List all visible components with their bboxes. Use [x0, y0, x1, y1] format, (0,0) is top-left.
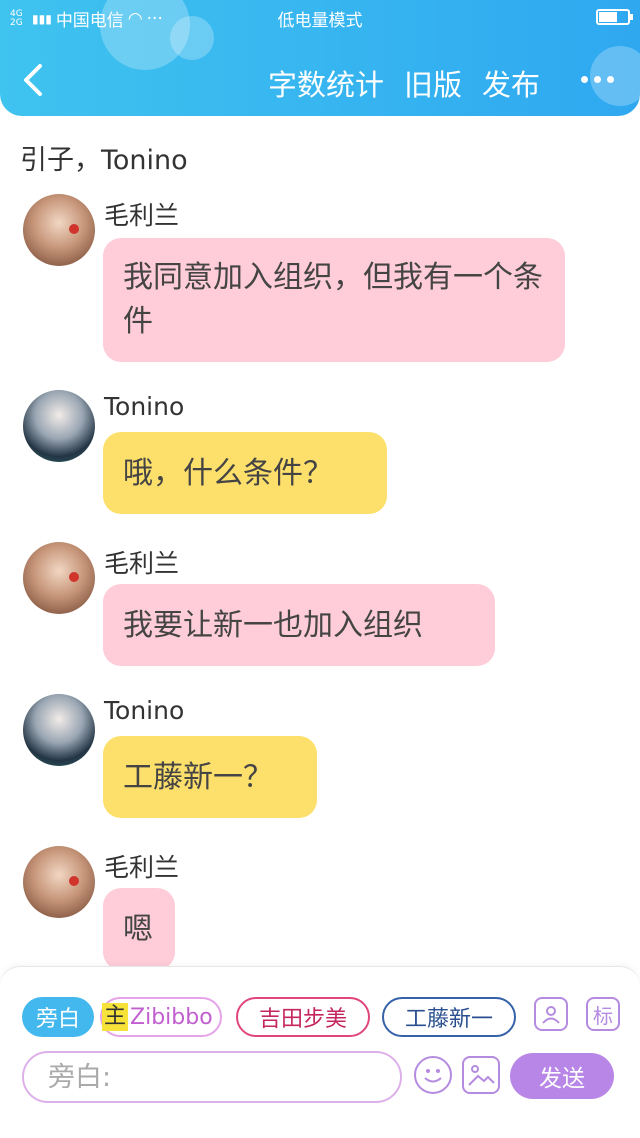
tag-icon[interactable]: 标	[586, 997, 620, 1031]
low-power-mode-label: 低电量模式	[277, 11, 363, 31]
intro-text: 引子，Tonino	[20, 145, 188, 176]
message-input[interactable]	[22, 1051, 402, 1103]
battery-icon	[596, 9, 633, 25]
word-count-button[interactable]: 字数统计	[268, 62, 384, 104]
top-header: 4G 2G ▮▮▮ 中国电信 ◠ ··· 低电量模式 字数统计 旧版 发布	[0, 0, 640, 116]
role-chip-ayumi[interactable]: 吉田步美	[236, 997, 370, 1037]
sender-name: Tonino	[104, 696, 185, 725]
old-version-button[interactable]: 旧版	[404, 62, 462, 104]
main-role-tag: 主	[102, 1003, 129, 1031]
role-chip-label: Zibibbo	[130, 1004, 213, 1030]
role-chip-narration[interactable]: 旁白	[22, 997, 94, 1037]
person-icon[interactable]	[534, 997, 568, 1031]
emoji-icon[interactable]	[414, 1056, 452, 1094]
nav-bar: 字数统计 旧版 发布	[0, 50, 640, 110]
message-bubble[interactable]: 哦，什么条件？	[103, 432, 387, 514]
sender-name: 毛利兰	[104, 549, 180, 578]
publish-button[interactable]: 发布	[482, 62, 540, 104]
nav-actions: 字数统计 旧版 发布	[268, 62, 540, 104]
status-bar: 4G 2G ▮▮▮ 中国电信 ◠ ··· 低电量模式	[0, 0, 640, 34]
emoji-icon-glyph	[424, 1069, 442, 1083]
sender-name: 毛利兰	[104, 853, 180, 882]
role-chip-main[interactable]: 主 Zibibbo	[100, 997, 222, 1037]
more-icon[interactable]	[581, 76, 614, 83]
message-bubble[interactable]: 我同意加入组织，但我有一个条件	[103, 238, 565, 362]
person-icon-glyph	[542, 1006, 560, 1024]
message-bubble[interactable]: 嗯	[103, 888, 175, 970]
avatar[interactable]	[23, 846, 95, 918]
back-icon[interactable]	[20, 62, 50, 98]
image-icon[interactable]	[462, 1056, 500, 1094]
message-bubble[interactable]: 工藤新一？	[103, 736, 317, 818]
composer-panel: 旁白 主 Zibibbo 吉田步美 工藤新一 标 发送	[0, 966, 640, 1138]
avatar[interactable]	[23, 542, 95, 614]
avatar[interactable]	[23, 694, 95, 766]
avatar[interactable]	[23, 194, 95, 266]
role-chip-shinichi[interactable]: 工藤新一	[382, 997, 516, 1037]
send-button[interactable]: 发送	[510, 1053, 614, 1099]
sender-name: 毛利兰	[104, 201, 180, 230]
message-bubble[interactable]: 我要让新一也加入组织	[103, 584, 495, 666]
sender-name: Tonino	[104, 392, 185, 421]
avatar[interactable]	[23, 390, 95, 462]
image-icon-glyph	[468, 1065, 495, 1086]
